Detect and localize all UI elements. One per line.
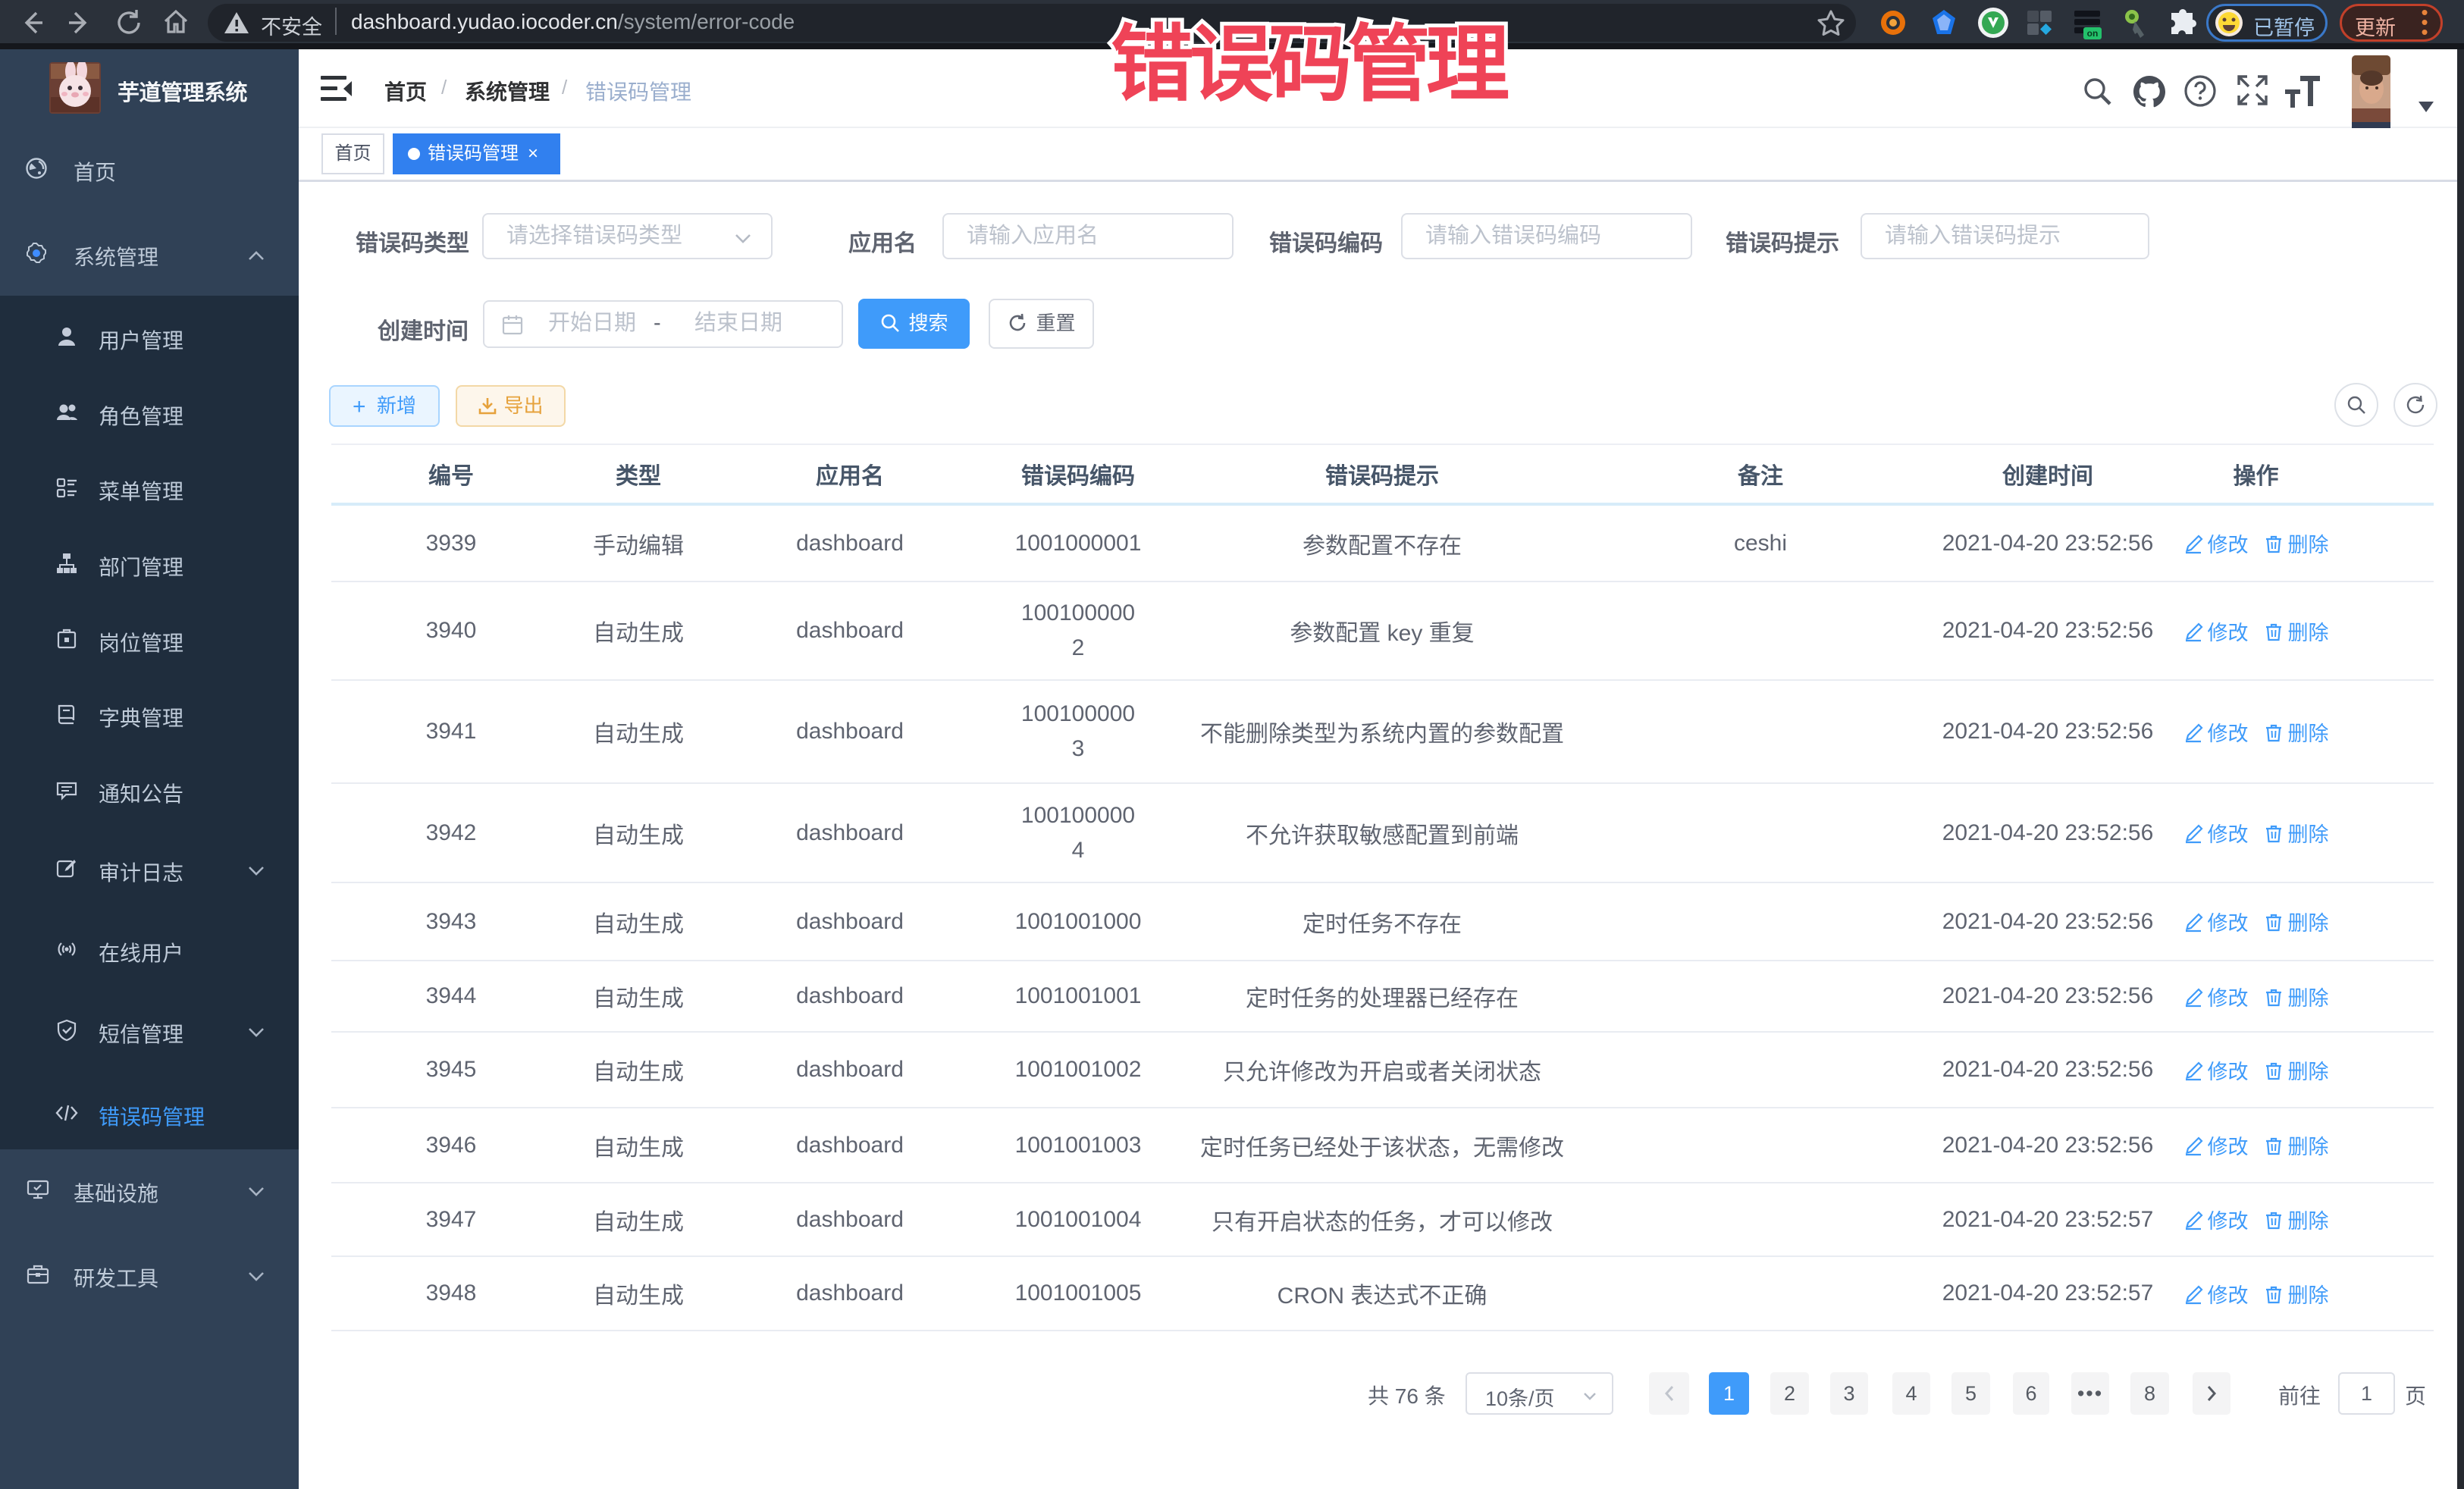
svg-text:on: on <box>2087 28 2099 39</box>
svg-text:错误码管理: 错误码管理 <box>1111 18 1509 111</box>
